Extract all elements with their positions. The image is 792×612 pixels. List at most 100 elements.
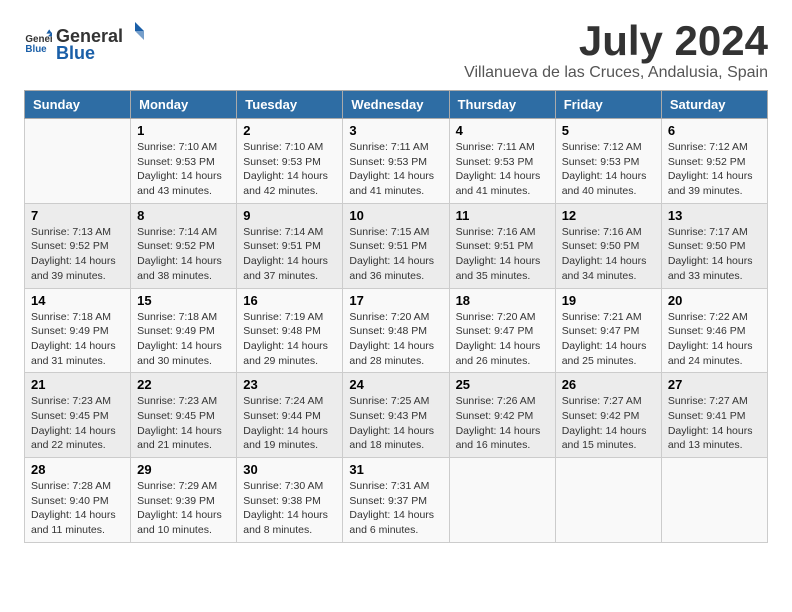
calendar-cell: [555, 458, 661, 543]
calendar-cell: [25, 119, 131, 204]
calendar-week-row: 14 Sunrise: 7:18 AM Sunset: 9:49 PM Dayli…: [25, 288, 768, 373]
col-sunday: Sunday: [25, 91, 131, 119]
calendar-table: Sunday Monday Tuesday Wednesday Thursday…: [24, 90, 768, 543]
day-number: 30: [243, 462, 336, 477]
calendar-cell: 17 Sunrise: 7:20 AM Sunset: 9:48 PM Dayli…: [343, 288, 449, 373]
calendar-header: Sunday Monday Tuesday Wednesday Thursday…: [25, 91, 768, 119]
calendar-cell: 14Sunrise: 7:18 AM Sunset: 9:49 PM Dayli…: [25, 288, 131, 373]
logo: General Blue General Blue: [24, 20, 147, 64]
calendar-cell: 5 Sunrise: 7:12 AM Sunset: 9:53 PM Daylig…: [555, 119, 661, 204]
cell-info: Sunrise: 7:15 AM Sunset: 9:51 PM Dayligh…: [349, 225, 442, 284]
day-number: 29: [137, 462, 230, 477]
cell-info: Sunrise: 7:20 AM Sunset: 9:47 PM Dayligh…: [456, 310, 549, 369]
day-number: 11: [456, 208, 549, 223]
day-number: 17: [349, 293, 442, 308]
cell-info: Sunrise: 7:10 AM Sunset: 9:53 PM Dayligh…: [243, 140, 336, 199]
cell-info: Sunrise: 7:23 AM Sunset: 9:45 PM Dayligh…: [31, 394, 124, 453]
day-number: 21: [31, 377, 124, 392]
cell-info: Sunrise: 7:30 AM Sunset: 9:38 PM Dayligh…: [243, 479, 336, 538]
cell-info: Sunrise: 7:21 AM Sunset: 9:47 PM Dayligh…: [562, 310, 655, 369]
cell-info: Sunrise: 7:22 AM Sunset: 9:46 PM Dayligh…: [668, 310, 761, 369]
calendar-cell: 23Sunrise: 7:24 AM Sunset: 9:44 PM Dayli…: [237, 373, 343, 458]
logo-flag-icon: [124, 20, 146, 42]
calendar-cell: 24Sunrise: 7:25 AM Sunset: 9:43 PM Dayli…: [343, 373, 449, 458]
day-number: 6: [668, 123, 761, 138]
day-number: 7: [31, 208, 124, 223]
col-friday: Friday: [555, 91, 661, 119]
cell-info: Sunrise: 7:16 AM Sunset: 9:51 PM Dayligh…: [456, 225, 549, 284]
day-number: 16: [243, 293, 336, 308]
col-saturday: Saturday: [661, 91, 767, 119]
calendar-cell: 7 Sunrise: 7:13 AM Sunset: 9:52 PM Daylig…: [25, 203, 131, 288]
calendar-cell: 22 Sunrise: 7:23 AM Sunset: 9:45 PM Dayli…: [131, 373, 237, 458]
day-number: 19: [562, 293, 655, 308]
cell-info: Sunrise: 7:23 AM Sunset: 9:45 PM Dayligh…: [137, 394, 230, 453]
title-area: July 2024 Villanueva de las Cruces, Anda…: [464, 20, 768, 82]
calendar-cell: 27 Sunrise: 7:27 AM Sunset: 9:41 PM Dayli…: [661, 373, 767, 458]
cell-info: Sunrise: 7:31 AM Sunset: 9:37 PM Dayligh…: [349, 479, 442, 538]
day-number: 13: [668, 208, 761, 223]
day-number: 22: [137, 377, 230, 392]
cell-info: Sunrise: 7:20 AM Sunset: 9:48 PM Dayligh…: [349, 310, 442, 369]
cell-info: Sunrise: 7:12 AM Sunset: 9:53 PM Dayligh…: [562, 140, 655, 199]
cell-info: Sunrise: 7:27 AM Sunset: 9:41 PM Dayligh…: [668, 394, 761, 453]
cell-info: Sunrise: 7:11 AM Sunset: 9:53 PM Dayligh…: [349, 140, 442, 199]
day-number: 14: [31, 293, 124, 308]
calendar-cell: 29Sunrise: 7:29 AM Sunset: 9:39 PM Dayli…: [131, 458, 237, 543]
calendar-cell: 18 Sunrise: 7:20 AM Sunset: 9:47 PM Dayli…: [449, 288, 555, 373]
col-wednesday: Wednesday: [343, 91, 449, 119]
calendar-cell: 3 Sunrise: 7:11 AM Sunset: 9:53 PM Daylig…: [343, 119, 449, 204]
calendar-body: 1Sunrise: 7:10 AM Sunset: 9:53 PM Daylig…: [25, 119, 768, 543]
cell-info: Sunrise: 7:13 AM Sunset: 9:52 PM Dayligh…: [31, 225, 124, 284]
cell-info: Sunrise: 7:27 AM Sunset: 9:42 PM Dayligh…: [562, 394, 655, 453]
day-number: 25: [456, 377, 549, 392]
calendar-week-row: 1Sunrise: 7:10 AM Sunset: 9:53 PM Daylig…: [25, 119, 768, 204]
calendar-cell: 28 Sunrise: 7:28 AM Sunset: 9:40 PM Dayli…: [25, 458, 131, 543]
header: General Blue General Blue July 2024 Vill…: [24, 20, 768, 82]
col-thursday: Thursday: [449, 91, 555, 119]
cell-info: Sunrise: 7:19 AM Sunset: 9:48 PM Dayligh…: [243, 310, 336, 369]
svg-text:Blue: Blue: [25, 44, 47, 55]
cell-info: Sunrise: 7:25 AM Sunset: 9:43 PM Dayligh…: [349, 394, 442, 453]
calendar-cell: 26 Sunrise: 7:27 AM Sunset: 9:42 PM Dayli…: [555, 373, 661, 458]
calendar-week-row: 7 Sunrise: 7:13 AM Sunset: 9:52 PM Daylig…: [25, 203, 768, 288]
calendar-cell: 20Sunrise: 7:22 AM Sunset: 9:46 PM Dayli…: [661, 288, 767, 373]
day-number: 12: [562, 208, 655, 223]
day-number: 31: [349, 462, 442, 477]
month-title: July 2024: [464, 20, 768, 62]
calendar-cell: 2Sunrise: 7:10 AM Sunset: 9:53 PM Daylig…: [237, 119, 343, 204]
cell-info: Sunrise: 7:11 AM Sunset: 9:53 PM Dayligh…: [456, 140, 549, 199]
calendar-cell: 1Sunrise: 7:10 AM Sunset: 9:53 PM Daylig…: [131, 119, 237, 204]
day-number: 18: [456, 293, 549, 308]
day-number: 27: [668, 377, 761, 392]
cell-info: Sunrise: 7:24 AM Sunset: 9:44 PM Dayligh…: [243, 394, 336, 453]
day-number: 5: [562, 123, 655, 138]
day-number: 26: [562, 377, 655, 392]
calendar-cell: 6 Sunrise: 7:12 AM Sunset: 9:52 PM Daylig…: [661, 119, 767, 204]
col-monday: Monday: [131, 91, 237, 119]
location-subtitle: Villanueva de las Cruces, Andalusia, Spa…: [464, 64, 768, 82]
calendar-cell: [661, 458, 767, 543]
calendar-cell: 15 Sunrise: 7:18 AM Sunset: 9:49 PM Dayli…: [131, 288, 237, 373]
cell-info: Sunrise: 7:28 AM Sunset: 9:40 PM Dayligh…: [31, 479, 124, 538]
col-tuesday: Tuesday: [237, 91, 343, 119]
calendar-cell: 31 Sunrise: 7:31 AM Sunset: 9:37 PM Dayli…: [343, 458, 449, 543]
day-number: 3: [349, 123, 442, 138]
cell-info: Sunrise: 7:17 AM Sunset: 9:50 PM Dayligh…: [668, 225, 761, 284]
calendar-cell: 13 Sunrise: 7:17 AM Sunset: 9:50 PM Dayli…: [661, 203, 767, 288]
calendar-cell: [449, 458, 555, 543]
calendar-week-row: 28 Sunrise: 7:28 AM Sunset: 9:40 PM Dayli…: [25, 458, 768, 543]
calendar-cell: 4Sunrise: 7:11 AM Sunset: 9:53 PM Daylig…: [449, 119, 555, 204]
logo-icon: General Blue: [24, 28, 52, 56]
cell-info: Sunrise: 7:18 AM Sunset: 9:49 PM Dayligh…: [137, 310, 230, 369]
cell-info: Sunrise: 7:10 AM Sunset: 9:53 PM Dayligh…: [137, 140, 230, 199]
calendar-week-row: 21 Sunrise: 7:23 AM Sunset: 9:45 PM Dayli…: [25, 373, 768, 458]
calendar-cell: 21 Sunrise: 7:23 AM Sunset: 9:45 PM Dayli…: [25, 373, 131, 458]
calendar-cell: 10Sunrise: 7:15 AM Sunset: 9:51 PM Dayli…: [343, 203, 449, 288]
day-number: 15: [137, 293, 230, 308]
calendar-cell: 9Sunrise: 7:14 AM Sunset: 9:51 PM Daylig…: [237, 203, 343, 288]
cell-info: Sunrise: 7:16 AM Sunset: 9:50 PM Dayligh…: [562, 225, 655, 284]
day-number: 28: [31, 462, 124, 477]
cell-info: Sunrise: 7:12 AM Sunset: 9:52 PM Dayligh…: [668, 140, 761, 199]
cell-info: Sunrise: 7:14 AM Sunset: 9:51 PM Dayligh…: [243, 225, 336, 284]
